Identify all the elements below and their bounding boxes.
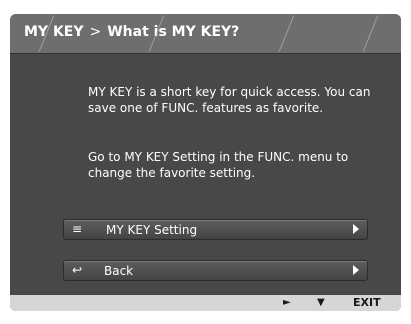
- monitor-osd-screen: MY KEY > What is MY KEY? MY KEY is a short…: [0, 0, 411, 324]
- back-button[interactable]: ↩ Back: [63, 260, 368, 281]
- decor-line: [278, 15, 295, 52]
- breadcrumb-parent: MY KEY: [24, 24, 84, 40]
- down-arrow-key[interactable]: ▼: [317, 295, 325, 311]
- description-paragraph-2: Go to MY KEY Setting in the FUNC. menu t…: [88, 150, 349, 180]
- breadcrumb-current: What is MY KEY?: [107, 24, 240, 40]
- my-key-setting-button[interactable]: ≡ MY KEY Setting: [63, 219, 368, 240]
- right-arrow-key[interactable]: ►: [283, 295, 291, 311]
- title-bar: MY KEY > What is MY KEY?: [10, 14, 401, 54]
- breadcrumb-separator: >: [89, 24, 102, 40]
- return-arrow-icon: ↩: [72, 263, 83, 277]
- chevron-right-icon: [353, 265, 359, 275]
- description-paragraph-1: MY KEY is a short key for quick access. …: [88, 85, 371, 115]
- settings-sliders-icon: ≡: [72, 222, 83, 236]
- menu-item-label: Back: [104, 264, 134, 278]
- page-title: MY KEY > What is MY KEY?: [24, 24, 239, 40]
- exit-button[interactable]: EXIT: [353, 295, 381, 311]
- chevron-right-icon: [353, 224, 359, 234]
- osd-panel: MY KEY > What is MY KEY? MY KEY is a short…: [10, 14, 401, 311]
- decor-line: [362, 15, 379, 52]
- footer-bar: ► ▼ EXIT: [10, 295, 401, 311]
- menu-item-label: MY KEY Setting: [106, 223, 198, 237]
